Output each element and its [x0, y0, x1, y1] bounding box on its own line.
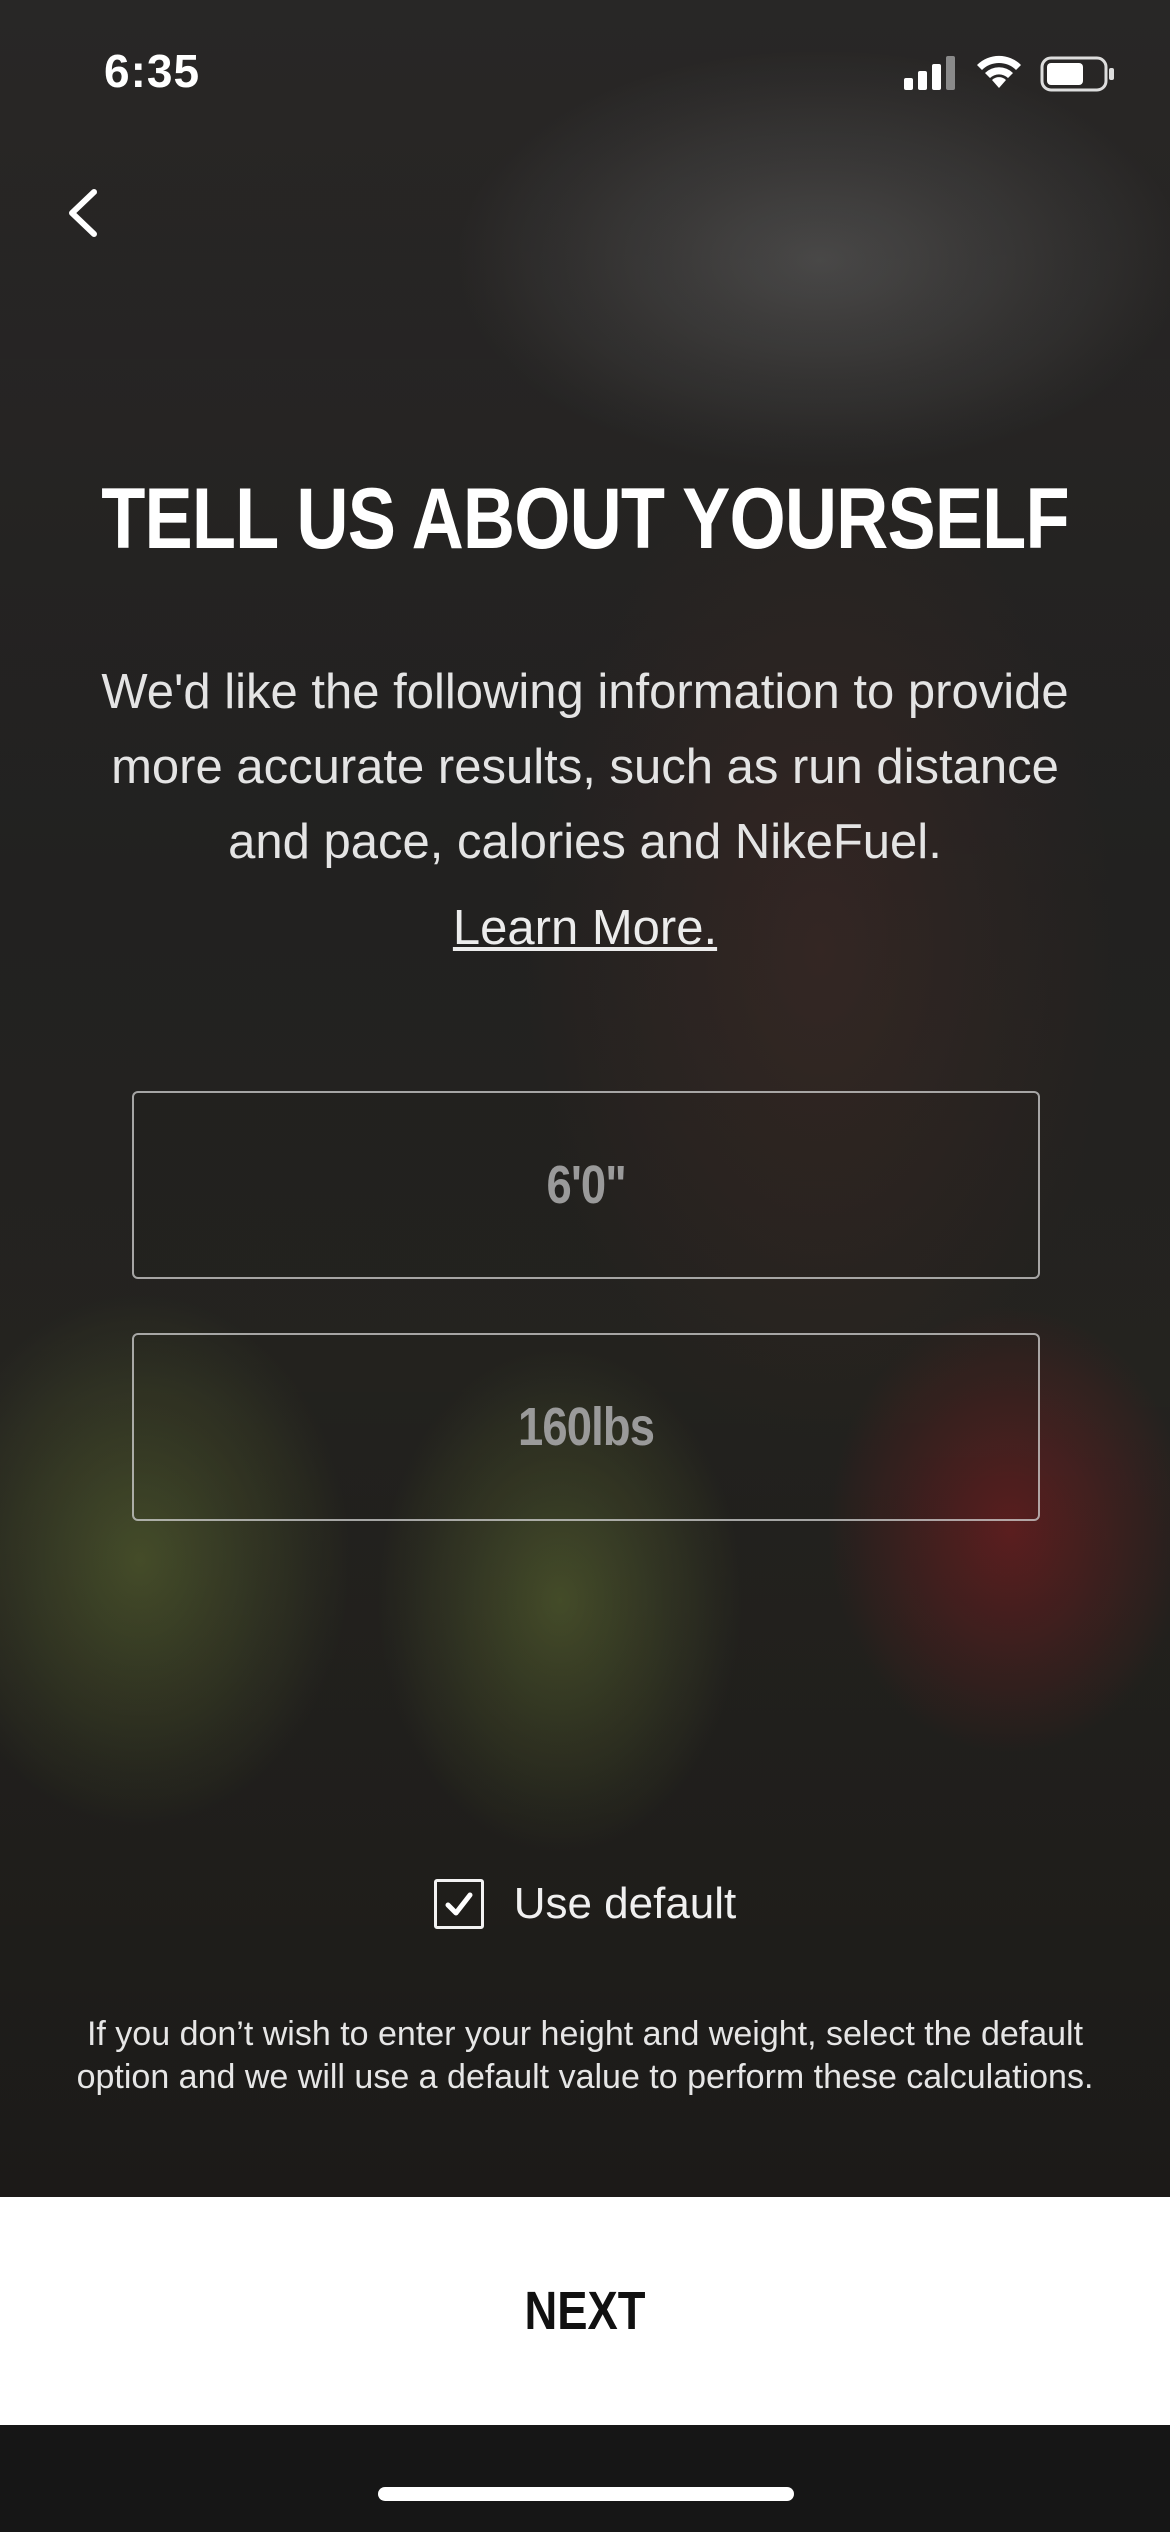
- page-title: TELL US ABOUT YOURSELF: [101, 471, 1069, 567]
- battery-icon: [1040, 56, 1116, 97]
- status-bar: 6:35: [0, 0, 1170, 150]
- wifi-icon: [974, 52, 1024, 95]
- height-field[interactable]: 6'0": [132, 1091, 1040, 1279]
- back-button[interactable]: [56, 178, 116, 248]
- chevron-left-icon: [69, 189, 97, 237]
- checkmark-icon: [445, 1892, 473, 1916]
- weight-value: 160lbs: [517, 1397, 655, 1457]
- next-button[interactable]: NEXT: [0, 2197, 1170, 2425]
- signal-icon: [904, 56, 958, 95]
- bottom-safe-area: [0, 2425, 1170, 2532]
- description-text: We'd like the following information to p…: [101, 665, 1069, 869]
- screen: 6:35 TELL US ABOUT YOURSELF We'd like th…: [0, 0, 1170, 2532]
- use-default-label: Use default: [513, 1879, 737, 1928]
- height-value: 6'0": [546, 1155, 626, 1215]
- next-button-label: NEXT: [524, 2281, 646, 2341]
- use-default-option[interactable]: Use default: [0, 1874, 1170, 1934]
- default-explanation-text: If you don’t wish to enter your height a…: [76, 2015, 1094, 2096]
- weight-field[interactable]: 160lbs: [132, 1333, 1040, 1521]
- learn-more-link[interactable]: Learn More.: [0, 900, 1170, 956]
- use-default-checkbox[interactable]: [433, 1879, 484, 1929]
- home-indicator[interactable]: [378, 2487, 794, 2501]
- status-time: 6:35: [104, 45, 201, 97]
